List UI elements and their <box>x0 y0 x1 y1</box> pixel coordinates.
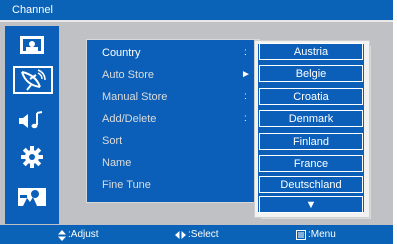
country-option-austria[interactable]: Austria <box>259 43 363 60</box>
country-option-finland[interactable]: Finland <box>259 133 363 150</box>
country-option-france[interactable]: France <box>259 155 363 172</box>
gear-icon <box>21 146 43 168</box>
picture-icon <box>20 36 44 54</box>
country-option-deutschland[interactable]: Deutschland <box>259 176 363 193</box>
sidebar-item-sound[interactable] <box>13 108 51 134</box>
menu-item-add-delete[interactable]: Add/Delete <box>102 110 156 128</box>
sidebar-item-settings[interactable] <box>13 144 51 170</box>
menu-indicator-manual-store: : <box>244 91 247 102</box>
sidebar <box>5 26 59 224</box>
window-title: Channel <box>12 4 53 16</box>
menu-icon <box>296 230 306 240</box>
footer-adjust-hint: :Adjust <box>58 226 99 244</box>
menu-item-country[interactable]: Country <box>102 44 141 62</box>
footer-menu-hint: :Menu <box>296 226 336 244</box>
menu-item-fine-tune[interactable]: Fine Tune <box>102 176 151 194</box>
sidebar-item-lock[interactable] <box>13 184 51 210</box>
sound-icon <box>19 111 43 129</box>
menu-indicator-country: : <box>244 47 247 58</box>
footer-select-hint: :Select <box>175 226 219 244</box>
country-option-denmark[interactable]: Denmark <box>259 110 363 127</box>
up-down-arrow-icon <box>58 229 66 241</box>
left-right-arrow-icon <box>175 231 186 239</box>
menu-item-name[interactable]: Name <box>102 154 131 172</box>
lock-icon <box>18 188 46 206</box>
title-bar: Channel <box>0 0 393 20</box>
menu-item-auto-store[interactable]: Auto Store <box>102 66 154 84</box>
sidebar-item-picture[interactable] <box>13 32 51 58</box>
menu-item-manual-store[interactable]: Manual Store <box>102 88 167 106</box>
menu-item-sort[interactable]: Sort <box>102 132 122 150</box>
country-option-croatia[interactable]: Croatia <box>259 88 363 105</box>
sidebar-item-channel[interactable] <box>13 66 53 94</box>
footer-bar: :Adjust :Select :Menu <box>0 226 393 244</box>
menu-indicator-auto-store: ► <box>241 69 251 80</box>
country-scroll-down-arrow[interactable]: ▼ <box>259 196 363 213</box>
menu-indicator-add-delete: : <box>244 113 247 124</box>
country-option-belgie[interactable]: Belgie <box>259 65 363 82</box>
satellite-dish-icon <box>21 69 46 91</box>
